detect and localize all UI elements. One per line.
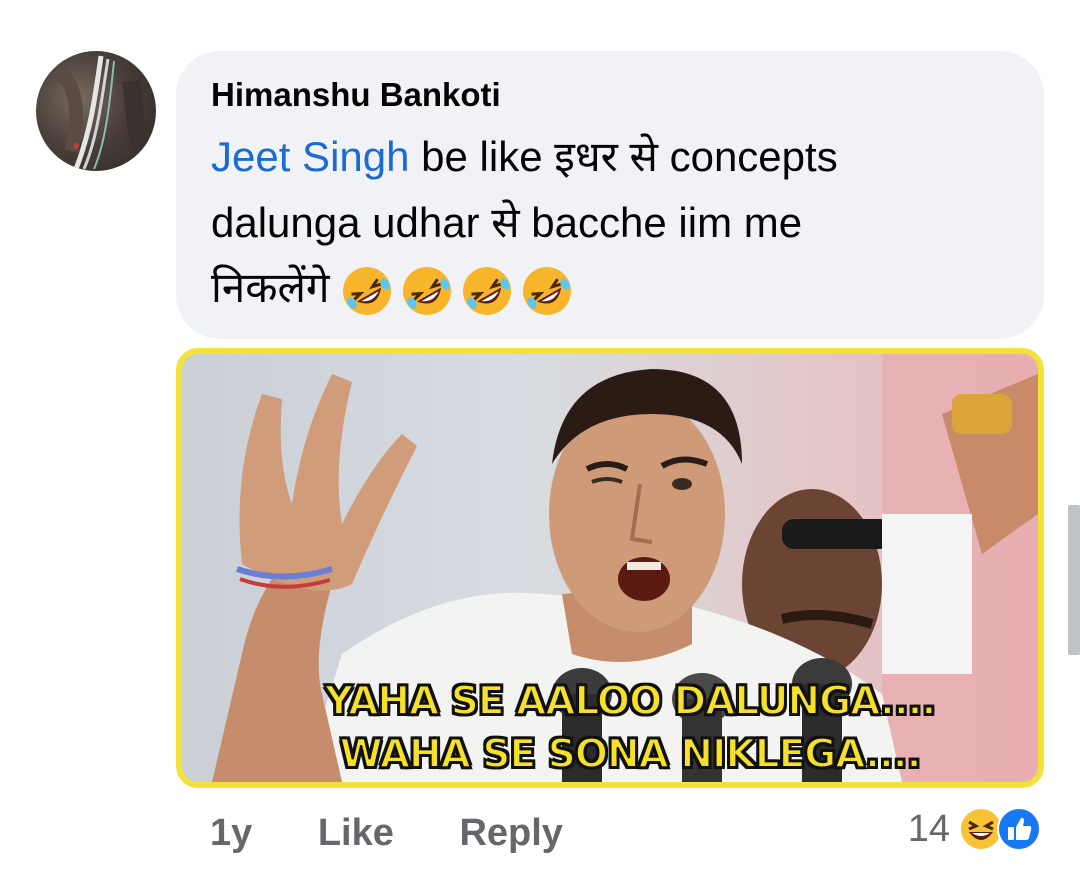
comment-text-line-3: निकलेंगे xyxy=(211,264,574,318)
avatar[interactable] xyxy=(36,51,156,171)
rolling-laughing-emoji-icon xyxy=(342,267,391,315)
meme-image[interactable]: YAHA SE AALOO DALUNGA.... WAHA SE SONA N… xyxy=(176,348,1044,788)
reaction-count: 14 xyxy=(907,807,950,850)
reply-button[interactable]: Reply xyxy=(459,812,562,855)
comment-author[interactable]: Himanshu Bankoti xyxy=(211,76,501,114)
rolling-laughing-emoji-icon xyxy=(522,267,571,315)
rolling-laughing-emoji-icon xyxy=(462,267,511,315)
comment-text-line-1: Jeet Singh be like इधर से concepts xyxy=(211,133,838,180)
rolling-laughing-emoji-icon xyxy=(402,267,451,315)
like-button[interactable]: Like xyxy=(318,812,394,855)
comment-text-segment: निकलेंगे xyxy=(211,264,330,312)
meme-caption-line-2: WAHA SE SONA NIKLEGA.... xyxy=(339,731,923,778)
scrollbar[interactable] xyxy=(1068,505,1080,655)
comment-age[interactable]: 1y xyxy=(210,812,252,855)
comment-text-segment: be like इधर से concepts xyxy=(409,133,838,180)
meme-caption-line-1: YAHA SE AALOO DALUNGA.... xyxy=(324,678,938,725)
comment-actions: 1y Like Reply xyxy=(210,812,618,855)
comment-text-line-2: dalunga udhar से bacche iim me xyxy=(211,199,803,246)
emoji-row xyxy=(340,264,574,318)
like-reaction-icon xyxy=(997,807,1041,851)
comment-thread: Himanshu Bankoti Jeet Singh be like इधर … xyxy=(0,0,1080,879)
reaction-summary[interactable]: 14 xyxy=(908,806,1042,852)
mention-link[interactable]: Jeet Singh xyxy=(211,133,409,180)
